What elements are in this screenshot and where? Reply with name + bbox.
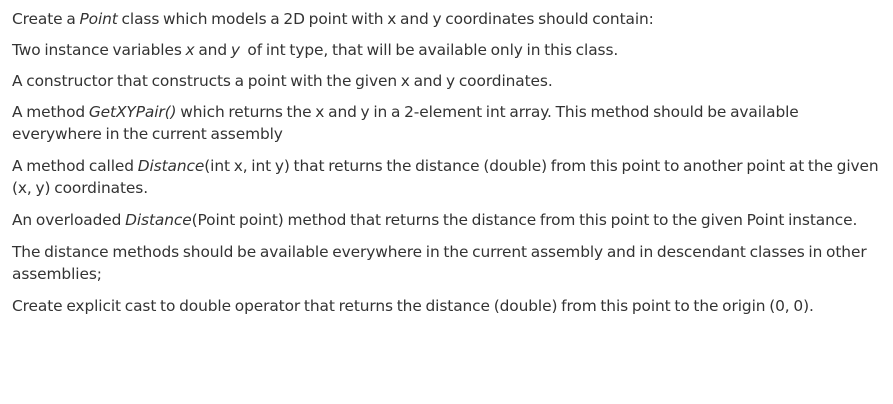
text-run-italic: Distance [125, 211, 192, 229]
text-run: A method [12, 103, 89, 121]
text-run: (Point point) method that returns the di… [191, 211, 858, 229]
text-run: class which models a 2D point with x and… [117, 10, 654, 28]
paragraph-instance-variables: Two instance variables x and y of int ty… [12, 39, 883, 61]
text-run: Two instance variables [12, 41, 186, 59]
text-run-italic: GetXYPair() [88, 103, 177, 121]
text-run-italic: y [230, 41, 240, 59]
text-run-italic: x [185, 41, 195, 59]
text-run: An overloaded [12, 211, 126, 229]
text-run: Create explicit cast to double operator … [12, 297, 814, 315]
text-run: The distance methods should be available… [12, 243, 867, 283]
text-run: and [194, 41, 231, 59]
paragraph-distance-visibility: The distance methods should be available… [12, 241, 883, 285]
paragraph-distance-xy: A method called Distance(int x, int y) t… [12, 155, 883, 199]
text-run: of int type, that will be available only… [239, 41, 619, 59]
assignment-description: Create a Point class which models a 2D p… [0, 0, 893, 317]
paragraph-constructor: A constructor that constructs a point wi… [12, 70, 883, 92]
text-run-italic: Distance [137, 157, 205, 175]
paragraph-explicit-cast: Create explicit cast to double operator … [12, 295, 883, 317]
paragraph-getxypair: A method GetXYPair() which returns the x… [12, 101, 883, 145]
text-run: Create a [12, 10, 80, 28]
paragraph-distance-point: An overloaded Distance(Point point) meth… [12, 209, 883, 231]
text-run-italic: Point [79, 10, 118, 28]
text-run: A method called [12, 157, 138, 175]
text-run: A constructor that constructs a point wi… [12, 72, 553, 90]
paragraph-intro: Create a Point class which models a 2D p… [12, 8, 883, 30]
